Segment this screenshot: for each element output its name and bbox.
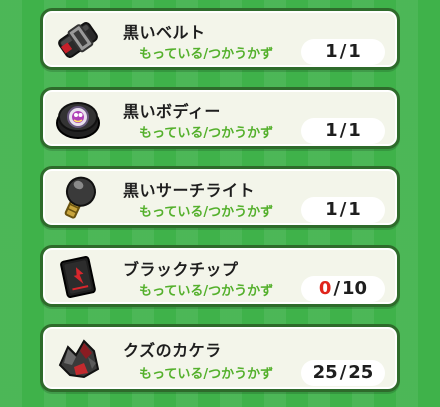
needed-label: つかうかず xyxy=(208,367,274,382)
quantity-counter: 25/25 xyxy=(301,360,385,386)
material-item-black-belt[interactable]: 黒いベルト もっている/つかうかず 1/1 xyxy=(40,8,400,70)
item-name: クズのカケラ xyxy=(123,341,222,360)
black-searchlight-icon xyxy=(54,174,102,222)
counter-separator: / xyxy=(339,199,347,220)
counter-separator: / xyxy=(339,41,347,62)
owned-count: 1 xyxy=(325,199,338,220)
counter-separator: / xyxy=(339,362,347,383)
needed-count: 10 xyxy=(342,278,368,299)
needed-count: 1 xyxy=(348,41,361,62)
quantity-counter: 1/1 xyxy=(301,39,385,65)
needed-count: 25 xyxy=(348,362,374,383)
owned-needed-caption: もっている/つかうかず xyxy=(139,280,273,299)
owned-needed-caption: もっている/つかうかず xyxy=(139,122,273,141)
owned-label: もっている xyxy=(139,47,204,62)
black-belt-icon xyxy=(54,16,102,64)
material-list: 黒いベルト もっている/つかうかず 1/1 黒いボディー もっている/つかうかず… xyxy=(0,0,440,407)
needed-label: つかうかず xyxy=(208,205,274,220)
owned-count: 0 xyxy=(318,278,332,299)
owned-count: 1 xyxy=(325,41,338,62)
quantity-counter: 1/1 xyxy=(301,118,385,144)
material-item-scrap-fragment[interactable]: クズのカケラ もっている/つかうかず 25/25 xyxy=(40,324,400,392)
owned-needed-caption: もっている/つかうかず xyxy=(139,363,273,382)
material-item-black-searchlight[interactable]: 黒いサーチライト もっている/つかうかず 1/1 xyxy=(40,166,400,228)
owned-needed-caption: もっている/つかうかず xyxy=(139,201,273,220)
needed-label: つかうかず xyxy=(208,47,274,62)
black-chip-icon xyxy=(54,253,102,301)
needed-count: 1 xyxy=(348,120,361,141)
material-item-black-body[interactable]: 黒いボディー もっている/つかうかず 1/1 xyxy=(40,87,400,149)
item-name: 黒いボディー xyxy=(123,102,221,121)
needed-label: つかうかず xyxy=(208,284,274,299)
black-body-icon xyxy=(54,95,102,143)
scrap-fragment-icon xyxy=(54,335,102,383)
owned-count: 25 xyxy=(312,362,338,383)
owned-label: もっている xyxy=(139,126,204,141)
needed-label: つかうかず xyxy=(208,126,274,141)
quantity-counter: 0/10 xyxy=(301,276,385,302)
counter-separator: / xyxy=(333,278,341,299)
owned-needed-caption: もっている/つかうかず xyxy=(139,43,273,62)
material-item-black-chip[interactable]: ブラックチップ もっている/つかうかず 0/10 xyxy=(40,245,400,307)
counter-separator: / xyxy=(339,120,347,141)
owned-label: もっている xyxy=(139,205,204,220)
quantity-counter: 1/1 xyxy=(301,197,385,223)
owned-count: 1 xyxy=(325,120,338,141)
item-name: 黒いベルト xyxy=(123,23,206,42)
owned-label: もっている xyxy=(139,367,204,382)
item-name: 黒いサーチライト xyxy=(123,181,256,200)
owned-label: もっている xyxy=(139,284,204,299)
item-name: ブラックチップ xyxy=(123,260,239,279)
needed-count: 1 xyxy=(348,199,361,220)
